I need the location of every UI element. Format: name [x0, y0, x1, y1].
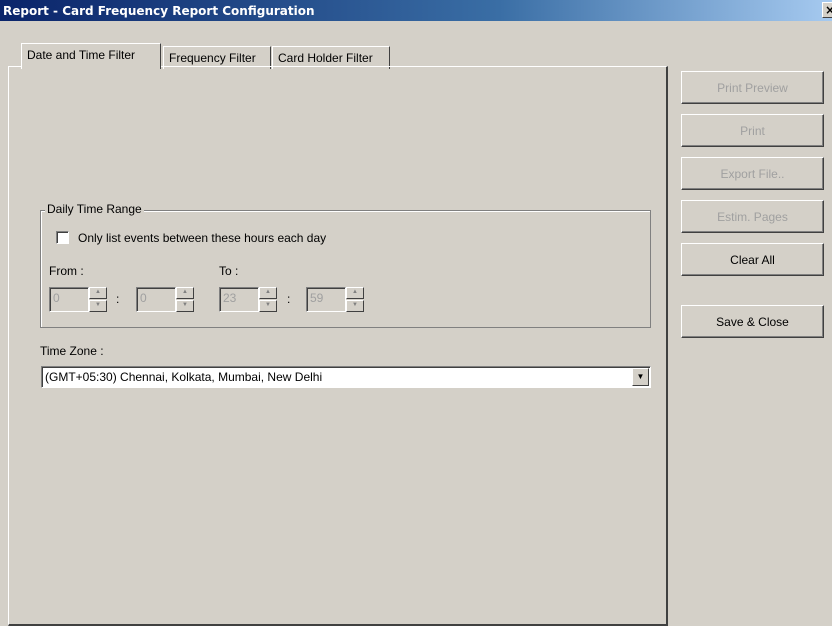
- export-file-button[interactable]: Export File..: [681, 157, 824, 190]
- spin-up-icon[interactable]: ▲: [89, 287, 107, 299]
- spin-down-icon[interactable]: ▼: [346, 300, 364, 312]
- tab-date-and-time-filter[interactable]: Date and Time Filter: [21, 43, 161, 69]
- from-minute-spinner: ▲ ▼: [176, 287, 194, 312]
- only-list-events-checkbox[interactable]: [56, 231, 69, 244]
- from-hour-spinner: ▲ ▼: [89, 287, 107, 312]
- tab-panel: [8, 66, 668, 626]
- time-separator: :: [287, 292, 291, 306]
- to-minute-spinner: ▲ ▼: [346, 287, 364, 312]
- window-title: Report - Card Frequency Report Configura…: [3, 3, 315, 18]
- spin-down-icon[interactable]: ▼: [89, 300, 107, 312]
- print-preview-button[interactable]: Print Preview: [681, 71, 824, 104]
- to-label: To :: [219, 264, 239, 278]
- spin-up-icon[interactable]: ▲: [176, 287, 194, 299]
- from-minute-input[interactable]: 0: [136, 287, 176, 312]
- spin-down-icon[interactable]: ▼: [259, 300, 277, 312]
- to-hour-spinner: ▲ ▼: [259, 287, 277, 312]
- from-hour-input[interactable]: 0: [49, 287, 89, 312]
- to-hour-input[interactable]: 23: [219, 287, 259, 312]
- clear-all-button[interactable]: Clear All: [681, 243, 824, 276]
- close-button[interactable]: ×: [822, 2, 832, 18]
- from-label: From :: [49, 264, 84, 278]
- spin-down-icon[interactable]: ▼: [176, 300, 194, 312]
- daily-time-range-legend: Daily Time Range: [45, 202, 144, 216]
- time-zone-label: Time Zone :: [40, 344, 104, 358]
- to-minute-input[interactable]: 59: [306, 287, 346, 312]
- print-button[interactable]: Print: [681, 114, 824, 147]
- time-zone-value: (GMT+05:30) Chennai, Kolkata, Mumbai, Ne…: [45, 370, 323, 384]
- spin-up-icon[interactable]: ▲: [346, 287, 364, 299]
- time-zone-select[interactable]: (GMT+05:30) Chennai, Kolkata, Mumbai, Ne…: [41, 366, 651, 388]
- title-bar: Report - Card Frequency Report Configura…: [0, 0, 832, 21]
- only-list-events-label: Only list events between these hours eac…: [78, 231, 327, 245]
- time-separator: :: [116, 292, 120, 306]
- estim-pages-button[interactable]: Estim. Pages: [681, 200, 824, 233]
- dropdown-arrow-icon[interactable]: ▼: [632, 368, 649, 386]
- save-close-button[interactable]: Save & Close: [681, 305, 824, 338]
- spin-up-icon[interactable]: ▲: [259, 287, 277, 299]
